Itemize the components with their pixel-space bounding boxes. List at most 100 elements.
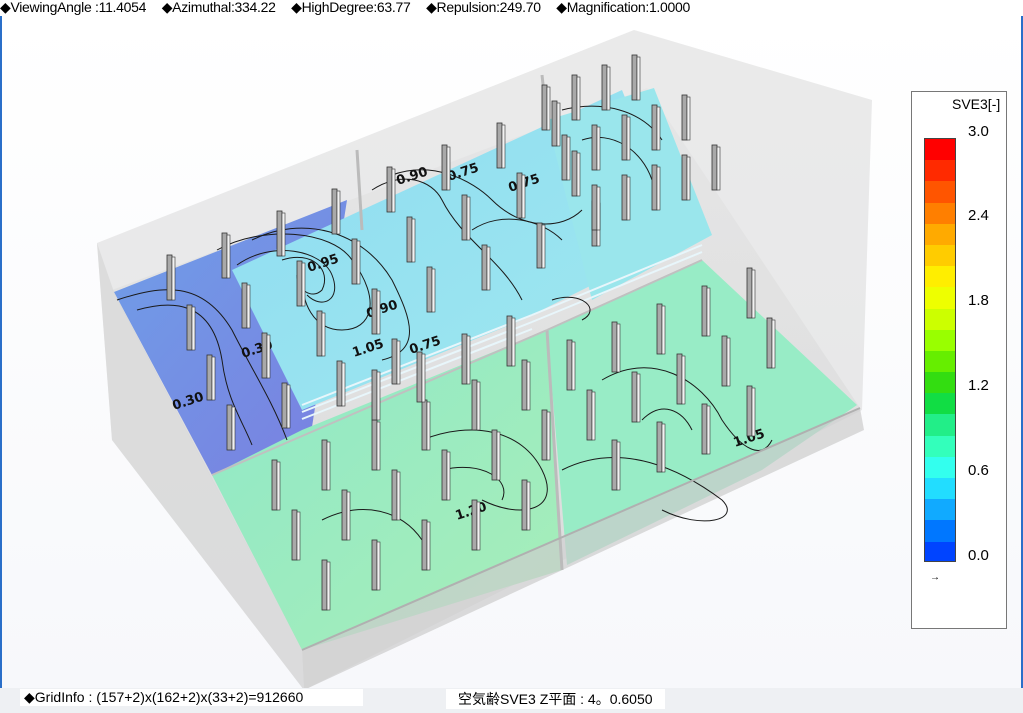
colorbar-cell <box>925 414 955 436</box>
legend-tick-label: 0.6 <box>968 462 989 479</box>
colorbar-cell <box>925 393 955 415</box>
rack-pole <box>296 260 306 307</box>
legend-tick-label: 2.4 <box>968 207 989 224</box>
rack-pole <box>701 285 711 337</box>
rack-pole <box>331 188 341 235</box>
high-degree-readout: ◆HighDegree:63.77 <box>291 0 411 15</box>
rack-pole <box>621 174 631 221</box>
simulation-scene[interactable]: 0.90 0.75 0.75 0.95 0.90 0.30 1.05 0.75 … <box>2 16 1021 688</box>
rack-pole <box>461 194 471 241</box>
rack-pole <box>496 122 506 169</box>
rack-pole <box>631 371 641 423</box>
rack-pole <box>226 404 236 451</box>
colorbar-cell <box>925 202 955 224</box>
legend-title: SVE3[-] <box>952 96 1001 112</box>
colorbar-cell <box>925 520 955 542</box>
rack-pole <box>591 124 601 171</box>
colorbar-cell <box>925 287 955 309</box>
rack-pole <box>631 54 641 101</box>
colorbar-cell <box>925 308 955 330</box>
rack-pole <box>186 304 196 351</box>
rack-pole <box>276 210 286 257</box>
colorbar <box>924 138 956 562</box>
rack-pole <box>491 429 501 481</box>
plane-info-readout: 空気齢SVE3 Z平面 : 4。0.6050 <box>446 689 665 709</box>
rack-pole <box>656 303 666 355</box>
rack-pole <box>521 359 531 411</box>
rack-pole <box>676 353 686 405</box>
rack-pole <box>461 333 471 385</box>
rack-pole <box>206 354 216 401</box>
rack-pole <box>371 369 381 421</box>
view-parameters-bar: ◆ViewingAngle :11.4054 ◆Azimuthal:334.22… <box>0 0 1023 16</box>
rack-pole <box>611 321 621 373</box>
colorbar-cell <box>925 329 955 351</box>
colorbar-cell <box>925 541 955 561</box>
rack-pole <box>586 389 596 441</box>
rack-pole <box>721 335 731 387</box>
legend-tick-label: 0.0 <box>968 547 989 564</box>
viewing-angle-readout: ◆ViewingAngle :11.4054 <box>0 0 147 15</box>
rack-pole <box>166 254 176 301</box>
rack-pole <box>651 104 661 151</box>
legend-tick-label: 3.0 <box>968 123 989 140</box>
rack-pole <box>421 519 431 571</box>
legend-arrow-icon: → <box>930 572 940 583</box>
rack-pole <box>651 164 661 211</box>
rack-pole <box>371 419 381 471</box>
colorbar-cell <box>925 372 955 394</box>
rack-pole <box>406 216 416 263</box>
grid-info-readout: ◆GridInfo : (157+2)x(162+2)x(33+2)=91266… <box>20 689 364 706</box>
rack-pole <box>681 94 691 141</box>
rack-pole <box>746 385 756 437</box>
colorbar-cell <box>925 160 955 182</box>
rack-pole <box>336 360 346 407</box>
rack-pole <box>426 266 436 313</box>
colorbar-cell <box>925 139 955 161</box>
colorbar-cell <box>925 181 955 203</box>
rack-pole <box>711 144 721 191</box>
rack-pole <box>221 232 231 279</box>
rack-pole <box>416 351 426 403</box>
colorbar-cell <box>925 223 955 245</box>
rack-pole <box>601 64 611 111</box>
rack-pole <box>471 499 481 551</box>
legend-tick-label: 1.2 <box>968 377 989 394</box>
rack-pole <box>571 74 581 121</box>
rack-pole <box>291 509 301 561</box>
rack-pole <box>316 310 326 357</box>
rack-pole <box>591 184 601 231</box>
legend-tick-label: 1.8 <box>968 292 989 309</box>
rack-pole <box>561 134 571 181</box>
colorbar-cell <box>925 350 955 373</box>
colorbar-cell <box>925 244 955 267</box>
rack-pole <box>371 288 381 335</box>
rack-pole <box>611 439 621 491</box>
rack-pole <box>386 166 396 213</box>
rack-pole <box>271 459 281 511</box>
rack-pole <box>391 338 401 385</box>
colorbar-cell <box>925 499 955 521</box>
rack-pole <box>521 479 531 531</box>
rack-pole <box>621 114 631 161</box>
3d-viewport[interactable]: 0.90 0.75 0.75 0.95 0.90 0.30 1.05 0.75 … <box>0 16 1023 688</box>
rack-pole <box>541 84 551 131</box>
rack-pole <box>506 315 516 367</box>
rack-pole <box>571 150 581 197</box>
rack-pole <box>351 238 361 285</box>
rack-pole <box>746 267 756 319</box>
rack-pole <box>566 339 576 391</box>
colorbar-cell <box>925 435 955 457</box>
rack-pole <box>391 469 401 521</box>
rack-pole <box>281 382 291 429</box>
repulsion-readout: ◆Repulsion:249.70 <box>426 0 541 15</box>
rack-pole <box>536 222 546 269</box>
rack-pole <box>681 154 691 201</box>
colorbar-cell <box>925 266 955 288</box>
rack-pole <box>441 449 451 501</box>
rack-pole <box>766 317 776 369</box>
colorbar-cell <box>925 456 955 478</box>
azimuthal-readout: ◆Azimuthal:334.22 <box>161 0 276 15</box>
magnification-readout: ◆Magnification:1.0000 <box>556 0 690 15</box>
rack-pole <box>441 144 451 191</box>
